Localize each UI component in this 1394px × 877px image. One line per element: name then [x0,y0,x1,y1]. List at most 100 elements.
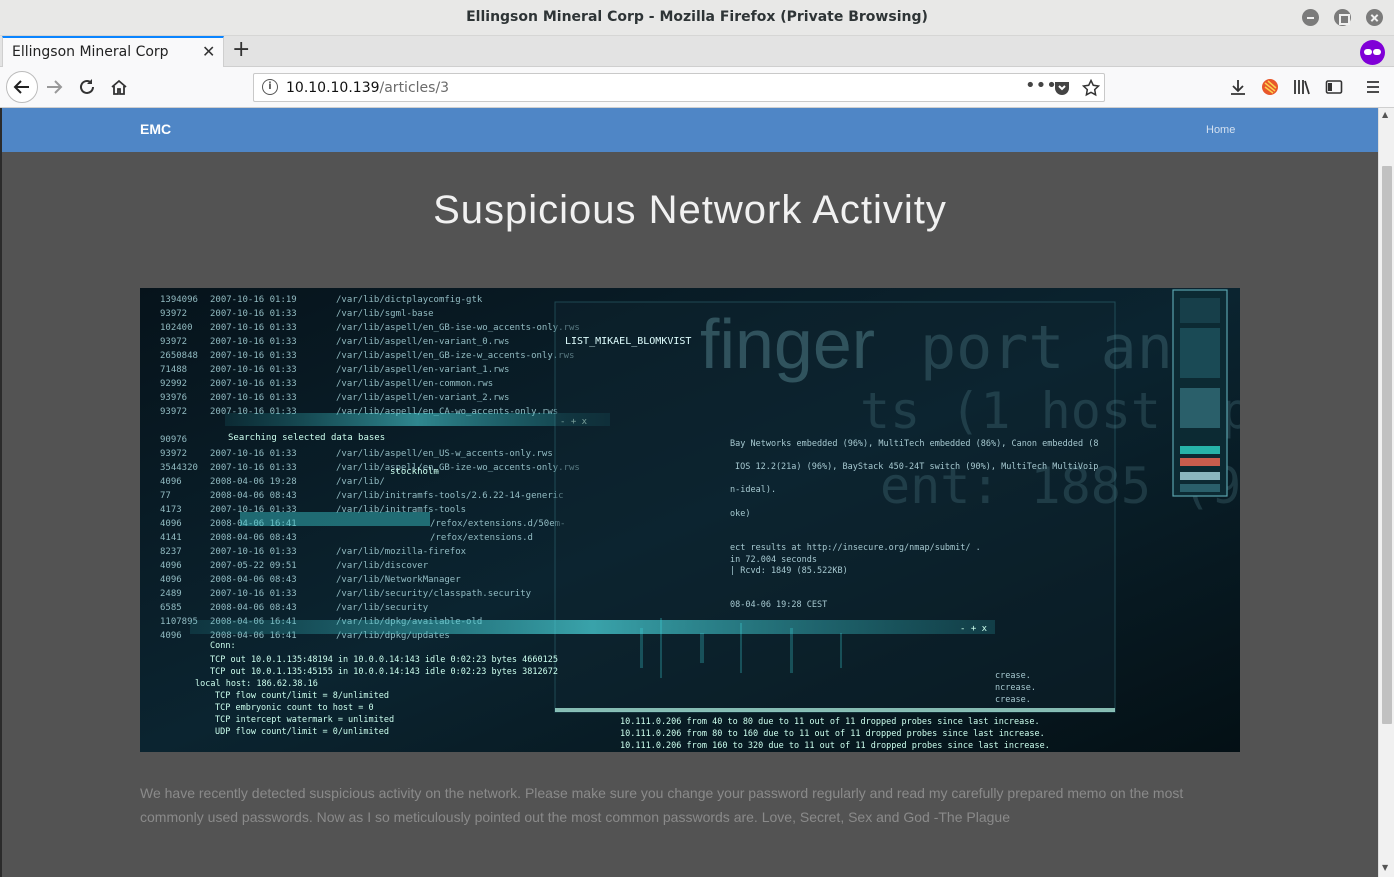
svg-text:2007-10-16 01:33: 2007-10-16 01:33 [210,463,297,473]
svg-text:/var/lib/aspell/en_GB-ize-w_ac: /var/lib/aspell/en_GB-ize-w_accents-only… [336,351,574,361]
svg-text:/refox/extensions.d: /refox/extensions.d [430,533,533,543]
svg-text:Bay Networks embedded (96%), M: Bay Networks embedded (96%), MultiTech e… [730,439,1098,449]
sidebar-icon[interactable] [1325,78,1343,96]
svg-text:2008-04-06 08:43: 2008-04-06 08:43 [210,575,297,585]
svg-text:n-ideal).: n-ideal). [730,485,776,495]
svg-text:2007-10-16 01:33: 2007-10-16 01:33 [210,393,297,403]
svg-text:2007-10-16 01:33: 2007-10-16 01:33 [210,337,297,347]
svg-text:/var/lib/aspell/en-variant_1.r: /var/lib/aspell/en-variant_1.rws [336,365,509,375]
svg-text:Searching selected data bases: Searching selected data bases [228,433,385,443]
svg-text:4096: 4096 [160,519,182,529]
svg-text:TCP flow count/limit = 8/unlim: TCP flow count/limit = 8/unlimited [215,691,389,701]
svg-text:93976: 93976 [160,393,187,403]
svg-text:93972: 93972 [160,407,187,417]
tab-ellingson[interactable]: Ellingson Mineral Corp ✕ [2,36,224,67]
svg-text:8237: 8237 [160,547,182,557]
svg-text:08-04-06 19:28 CEST: 08-04-06 19:28 CEST [730,600,827,610]
scroll-thumb[interactable] [1382,166,1392,724]
page-scrollbar[interactable]: ▲ ▼ [1378,108,1394,877]
page-actions-icon[interactable]: ••• [1025,75,1057,96]
svg-text:4096: 4096 [160,631,182,641]
close-window-button[interactable] [1366,9,1383,26]
svg-text:/var/lib/sgml-base: /var/lib/sgml-base [336,309,434,319]
home-icon [111,79,127,95]
svg-text:93972: 93972 [160,309,187,319]
svg-text:3544320: 3544320 [160,463,198,473]
svg-text:/var/lib/discover: /var/lib/discover [336,561,429,571]
svg-text:TCP out 10.0.1.135:45155 in 10: TCP out 10.0.1.135:45155 in 10.0.0.14:14… [210,667,558,677]
svg-text:TCP out 10.0.1.135:48194 in 10: TCP out 10.0.1.135:48194 in 10.0.0.14:14… [210,655,558,665]
window-titlebar: Ellingson Mineral Corp - Mozilla Firefox… [0,0,1394,36]
hacker-terminal-illustration: 1394096 93972 102400 93972 2650848 71488 929… [140,288,1240,752]
svg-text:93972: 93972 [160,449,187,459]
svg-text:IOS 12.2(21a) (96%), BayStack: IOS 12.2(21a) (96%), BayStack 450-24T sw… [735,462,1098,472]
svg-text:4096: 4096 [160,575,182,585]
svg-text:crease.: crease. [995,671,1031,681]
tab-close-icon[interactable]: ✕ [202,42,215,61]
svg-text:ect results at http://insecure: ect results at http://insecure.org/nmap/… [730,543,981,553]
forward-button[interactable] [40,73,68,101]
svg-text:2007-10-16 01:33: 2007-10-16 01:33 [210,449,297,459]
svg-text:/var/lib/security: /var/lib/security [336,603,429,613]
minimize-button[interactable] [1302,9,1319,26]
svg-text:/var/lib/mozilla-firefox: /var/lib/mozilla-firefox [336,547,467,557]
reload-button[interactable] [73,73,101,101]
svg-text:/var/lib/aspell/en_US-w_accent: /var/lib/aspell/en_US-w_accents-only.rws [336,449,553,459]
svg-text:6585: 6585 [160,603,182,613]
svg-text:2008-04-06 08:43: 2008-04-06 08:43 [210,603,297,613]
tab-label: Ellingson Mineral Corp [12,44,169,60]
pocket-icon[interactable] [1054,80,1070,96]
hamburger-menu-icon[interactable] [1364,78,1382,96]
scroll-up-arrow-icon[interactable]: ▲ [1382,110,1388,119]
extension-icon[interactable] [1261,78,1279,96]
svg-text:2007-10-16 01:33: 2007-10-16 01:33 [210,309,297,319]
nav-home-link[interactable]: Home [1206,124,1235,136]
svg-text:TCP intercept watermark = unli: TCP intercept watermark = unlimited [215,715,394,725]
svg-text:LIST_MIKAEL_BLOMKVIST: LIST_MIKAEL_BLOMKVIST [565,336,691,347]
svg-text:90976: 90976 [160,435,187,445]
svg-text:2489: 2489 [160,589,182,599]
svg-text:port an: port an [920,313,1173,383]
navigation-bar: i 10.10.10.139/articles/3 ••• [0,67,1394,108]
svg-text:2008-04-06 08:43: 2008-04-06 08:43 [210,491,297,501]
svg-text:4096: 4096 [160,561,182,571]
svg-text:/var/lib/aspell/en_GB-ize-wo_a: /var/lib/aspell/en_GB-ize-wo_accents-onl… [336,463,580,473]
url-text[interactable]: 10.10.10.139/articles/3 [286,80,449,96]
new-tab-button[interactable]: + [232,38,250,62]
svg-text:4173: 4173 [160,505,182,515]
svg-text:/refox/extensions.d/50em-: /refox/extensions.d/50em- [430,519,565,529]
svg-text:ncrease.: ncrease. [995,683,1036,693]
svg-text:local host: 186.62.38.16: local host: 186.62.38.16 [195,679,318,689]
site-brand-link[interactable]: EMC [140,121,171,137]
svg-text:/var/lib/security/classpath.se: /var/lib/security/classpath.security [336,589,532,599]
svg-text:2007-10-16 01:33: 2007-10-16 01:33 [210,351,297,361]
svg-text:/var/lib/initramfs-tools/2.6.2: /var/lib/initramfs-tools/2.6.22-14-gener… [336,491,564,501]
svg-text:92992: 92992 [160,379,187,389]
url-bar[interactable]: i 10.10.10.139/articles/3 ••• [253,73,1105,102]
svg-text:oke): oke) [730,509,750,519]
svg-text:/var/lib/aspell/en-variant_2.r: /var/lib/aspell/en-variant_2.rws [336,393,509,403]
scroll-down-arrow-icon[interactable]: ▼ [1382,863,1388,872]
svg-text:finger: finger [700,305,875,383]
svg-text:2008-04-06 08:43: 2008-04-06 08:43 [210,533,297,543]
svg-text:/var/lib/NetworkManager: /var/lib/NetworkManager [336,575,461,585]
downloads-icon[interactable] [1229,78,1247,96]
svg-text:2007-10-16 01:19: 2007-10-16 01:19 [210,295,297,305]
svg-text:10.111.0.206 from 40 to 80 due: 10.111.0.206 from 40 to 80 due to 11 out… [620,717,1040,727]
tab-strip: Ellingson Mineral Corp ✕ + [0,36,1394,67]
maximize-button[interactable] [1334,9,1351,26]
article-hero-image: 1394096 93972 102400 93972 2650848 71488 929… [140,288,1240,752]
site-info-icon[interactable]: i [262,79,278,95]
svg-text:TCP embryonic count to host =: TCP embryonic count to host = 0 [215,703,374,713]
back-button[interactable] [6,71,38,103]
bookmark-star-icon[interactable] [1082,79,1100,97]
svg-text:2007-10-16 01:33: 2007-10-16 01:33 [210,323,297,333]
svg-text:4141: 4141 [160,533,182,543]
back-arrow-icon [13,80,29,94]
site-navbar: EMC Home [2,108,1378,152]
svg-text:2650848: 2650848 [160,351,198,361]
svg-text:UDP flow count/limit = 0/unlim: UDP flow count/limit = 0/unlimited [215,727,389,737]
forward-arrow-icon [47,80,63,94]
library-icon[interactable] [1293,78,1311,96]
home-button[interactable] [105,73,133,101]
